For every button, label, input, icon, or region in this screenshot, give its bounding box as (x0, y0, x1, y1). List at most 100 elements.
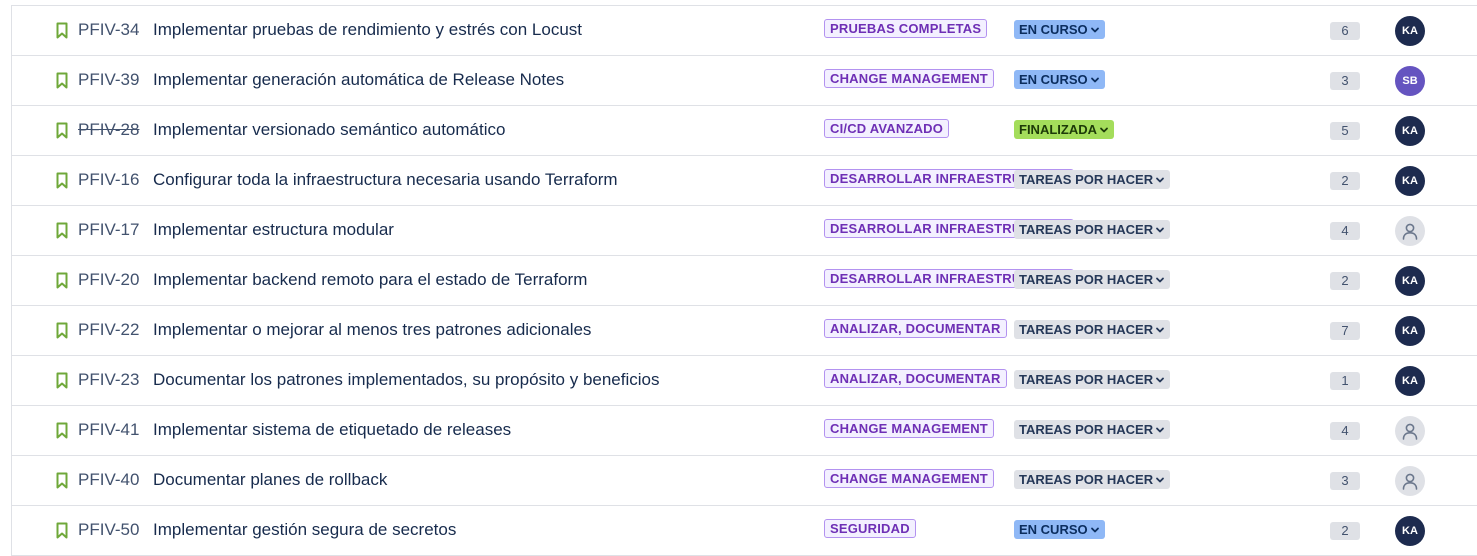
chevron-down-icon (1156, 227, 1165, 233)
chevron-down-icon (1156, 377, 1165, 383)
status-dropdown[interactable]: TAREAS POR HACER (1014, 370, 1171, 389)
issue-summary[interactable]: Implementar pruebas de rendimiento y est… (153, 20, 582, 40)
issue-key[interactable]: PFIV-40 (78, 470, 139, 490)
chevron-down-icon (1156, 477, 1165, 483)
issue-key[interactable]: PFIV-39 (78, 70, 139, 90)
epic-label[interactable]: ANALIZAR, DOCUMENTAR (824, 369, 1007, 388)
avatar[interactable]: KA (1395, 16, 1425, 46)
issue-key[interactable]: PFIV-23 (78, 370, 139, 390)
story-points-badge: 4 (1330, 222, 1360, 240)
story-points-badge: 5 (1330, 122, 1360, 140)
chevron-down-icon (1156, 327, 1165, 333)
chevron-down-icon (1100, 127, 1108, 133)
status-dropdown[interactable]: TAREAS POR HACER (1014, 470, 1171, 489)
issue-summary[interactable]: Implementar backend remoto para el estad… (153, 270, 587, 290)
avatar[interactable]: KA (1395, 266, 1425, 296)
story-points-badge: 2 (1330, 172, 1360, 190)
issue-row[interactable]: PFIV-40 Documentar planes de rollback CH… (12, 456, 1477, 506)
status-label: TAREAS POR HACER (1019, 172, 1154, 187)
bookmark-icon (56, 72, 68, 89)
epic-label[interactable]: PRUEBAS COMPLETAS (824, 19, 988, 38)
epic-label[interactable]: CHANGE MANAGEMENT (824, 469, 994, 488)
story-points-badge: 3 (1330, 72, 1360, 90)
status-dropdown[interactable]: TAREAS POR HACER (1014, 320, 1171, 339)
issue-key[interactable]: PFIV-16 (78, 170, 139, 190)
status-dropdown[interactable]: TAREAS POR HACER (1014, 220, 1171, 239)
issue-row[interactable]: PFIV-39 Implementar generación automátic… (12, 56, 1477, 106)
status-dropdown[interactable]: FINALIZADA (1014, 120, 1114, 139)
person-icon (1402, 423, 1418, 440)
story-points-badge: 6 (1330, 22, 1360, 40)
issue-key[interactable]: PFIV-28 (78, 120, 139, 140)
chevron-down-icon (1156, 177, 1165, 183)
issue-key[interactable]: PFIV-22 (78, 320, 139, 340)
issue-summary[interactable]: Implementar o mejorar al menos tres patr… (153, 320, 591, 340)
issue-row[interactable]: PFIV-22 Implementar o mejorar al menos t… (12, 306, 1477, 356)
bookmark-icon (56, 22, 68, 39)
story-points-badge: 2 (1330, 522, 1360, 540)
bookmark-icon (56, 272, 68, 289)
issue-key[interactable]: PFIV-34 (78, 20, 139, 40)
issue-row[interactable]: PFIV-23 Documentar los patrones implemen… (12, 356, 1477, 406)
issue-key[interactable]: PFIV-50 (78, 520, 139, 540)
story-points-badge: 1 (1330, 372, 1360, 390)
avatar[interactable]: KA (1395, 366, 1425, 396)
issue-summary[interactable]: Implementar gestión segura de secretos (153, 520, 456, 540)
issue-summary[interactable]: Configurar toda la infraestructura neces… (153, 170, 618, 190)
status-dropdown[interactable]: TAREAS POR HACER (1014, 420, 1171, 439)
chevron-down-icon (1090, 527, 1099, 533)
avatar[interactable]: KA (1395, 516, 1425, 546)
issue-row[interactable]: PFIV-17 Implementar estructura modular D… (12, 206, 1477, 256)
epic-label[interactable]: CI/CD AVANZADO (824, 119, 950, 138)
status-dropdown[interactable]: TAREAS POR HACER (1014, 170, 1171, 189)
chevron-down-icon (1090, 27, 1099, 33)
issue-row[interactable]: PFIV-28 Implementar versionado semántico… (12, 106, 1477, 156)
issue-row[interactable]: PFIV-41 Implementar sistema de etiquetad… (12, 406, 1477, 456)
bookmark-icon (56, 472, 68, 489)
epic-label[interactable]: ANALIZAR, DOCUMENTAR (824, 319, 1007, 338)
issue-summary[interactable]: Documentar planes de rollback (153, 470, 387, 490)
status-label: EN CURSO (1019, 22, 1088, 37)
bookmark-icon (56, 222, 68, 239)
status-dropdown[interactable]: TAREAS POR HACER (1014, 270, 1171, 289)
issue-summary[interactable]: Implementar estructura modular (153, 220, 394, 240)
issue-row[interactable]: PFIV-50 Implementar gestión segura de se… (12, 506, 1477, 556)
avatar[interactable]: SB (1395, 66, 1425, 96)
status-label: TAREAS POR HACER (1019, 422, 1154, 437)
issue-row[interactable]: PFIV-34 Implementar pruebas de rendimien… (12, 6, 1477, 56)
issue-key[interactable]: PFIV-17 (78, 220, 139, 240)
issue-summary[interactable]: Documentar los patrones implementados, s… (153, 370, 660, 390)
status-label: TAREAS POR HACER (1019, 272, 1154, 287)
unassigned-avatar[interactable] (1395, 466, 1425, 496)
issue-row[interactable]: PFIV-16 Configurar toda la infraestructu… (12, 156, 1477, 206)
status-dropdown[interactable]: EN CURSO (1014, 70, 1105, 89)
issue-key[interactable]: PFIV-20 (78, 270, 139, 290)
chevron-down-icon (1156, 427, 1165, 433)
status-label: FINALIZADA (1019, 122, 1097, 137)
person-icon (1402, 223, 1418, 240)
issue-row[interactable]: PFIV-20 Implementar backend remoto para … (12, 256, 1477, 306)
chevron-down-icon (1090, 77, 1099, 83)
issue-summary[interactable]: Implementar versionado semántico automát… (153, 120, 505, 140)
issue-summary[interactable]: Implementar generación automática de Rel… (153, 70, 564, 90)
epic-label[interactable]: CHANGE MANAGEMENT (824, 419, 994, 438)
status-label: EN CURSO (1019, 522, 1088, 537)
status-dropdown[interactable]: EN CURSO (1014, 20, 1105, 39)
avatar[interactable]: KA (1395, 116, 1425, 146)
avatar[interactable]: KA (1395, 166, 1425, 196)
chevron-down-icon (1156, 277, 1165, 283)
issue-key[interactable]: PFIV-41 (78, 420, 139, 440)
epic-label[interactable]: SEGURIDAD (824, 519, 916, 538)
avatar[interactable]: KA (1395, 316, 1425, 346)
unassigned-avatar[interactable] (1395, 416, 1425, 446)
issue-list: PFIV-34 Implementar pruebas de rendimien… (11, 5, 1477, 556)
status-label: TAREAS POR HACER (1019, 222, 1154, 237)
issue-summary[interactable]: Implementar sistema de etiquetado de rel… (153, 420, 511, 440)
bookmark-icon (56, 372, 68, 389)
epic-label[interactable]: CHANGE MANAGEMENT (824, 69, 994, 88)
unassigned-avatar[interactable] (1395, 216, 1425, 246)
status-dropdown[interactable]: EN CURSO (1014, 520, 1105, 539)
story-points-badge: 2 (1330, 272, 1360, 290)
status-label: TAREAS POR HACER (1019, 472, 1154, 487)
status-label: EN CURSO (1019, 72, 1088, 87)
